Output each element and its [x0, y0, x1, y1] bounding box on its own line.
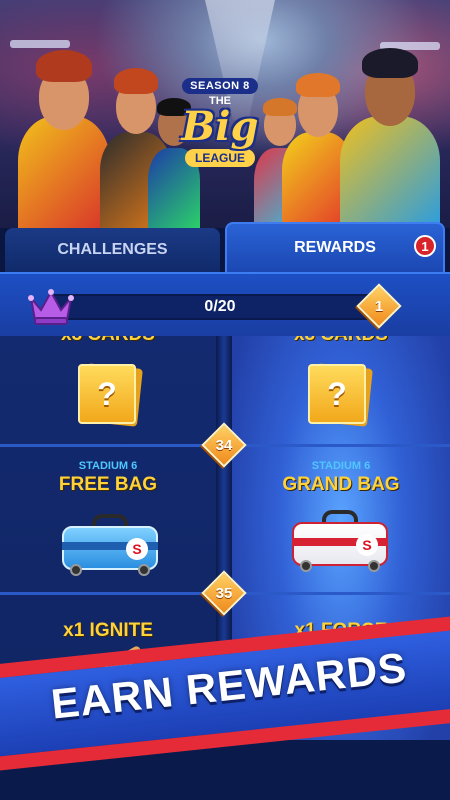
player-character — [340, 28, 440, 228]
season-banner: SEASON 8 THE Big LEAGUE — [0, 0, 450, 228]
reward-label: x3 CARDS — [0, 336, 216, 346]
season-label: SEASON 8 — [182, 78, 258, 94]
reward-name: FREE BAG — [58, 474, 158, 495]
progress-text: 0/20 — [204, 298, 236, 315]
free-bag-icon[interactable]: S — [62, 512, 158, 576]
reward-label: x3 CARDS — [232, 336, 450, 346]
level-badge: 1 — [359, 286, 399, 326]
crown-icon — [28, 289, 74, 325]
progress-row: 0/20 1 — [0, 272, 450, 336]
tier-marker: 34 — [204, 425, 244, 465]
stadium-label: STADIUM 6 — [78, 460, 138, 472]
reward-name: x1 IGNITE — [63, 620, 153, 641]
tab-challenges-label: CHALLENGES — [57, 241, 168, 258]
logo-big: Big — [181, 103, 259, 150]
tab-challenges[interactable]: CHALLENGES — [5, 228, 220, 272]
mystery-card-icon[interactable]: ? — [308, 362, 373, 427]
grand-bag-icon[interactable]: S — [292, 508, 388, 572]
tier-marker: 35 — [204, 573, 244, 613]
tab-rewards[interactable]: REWARDS — [225, 222, 445, 272]
player-character — [18, 28, 110, 228]
mystery-card-icon[interactable]: ? — [78, 362, 143, 427]
stadium-label: STADIUM 6 — [311, 460, 371, 472]
big-league-logo: SEASON 8 THE Big LEAGUE — [168, 78, 272, 198]
logo-league: LEAGUE — [185, 149, 255, 167]
notification-badge: 1 — [414, 235, 436, 257]
tier-number: 34 — [215, 436, 233, 454]
level-number: 1 — [374, 297, 384, 315]
reward-name: GRAND BAG — [282, 474, 400, 495]
tier-number: 35 — [215, 584, 233, 602]
tab-rewards-label: REWARDS — [294, 239, 376, 256]
